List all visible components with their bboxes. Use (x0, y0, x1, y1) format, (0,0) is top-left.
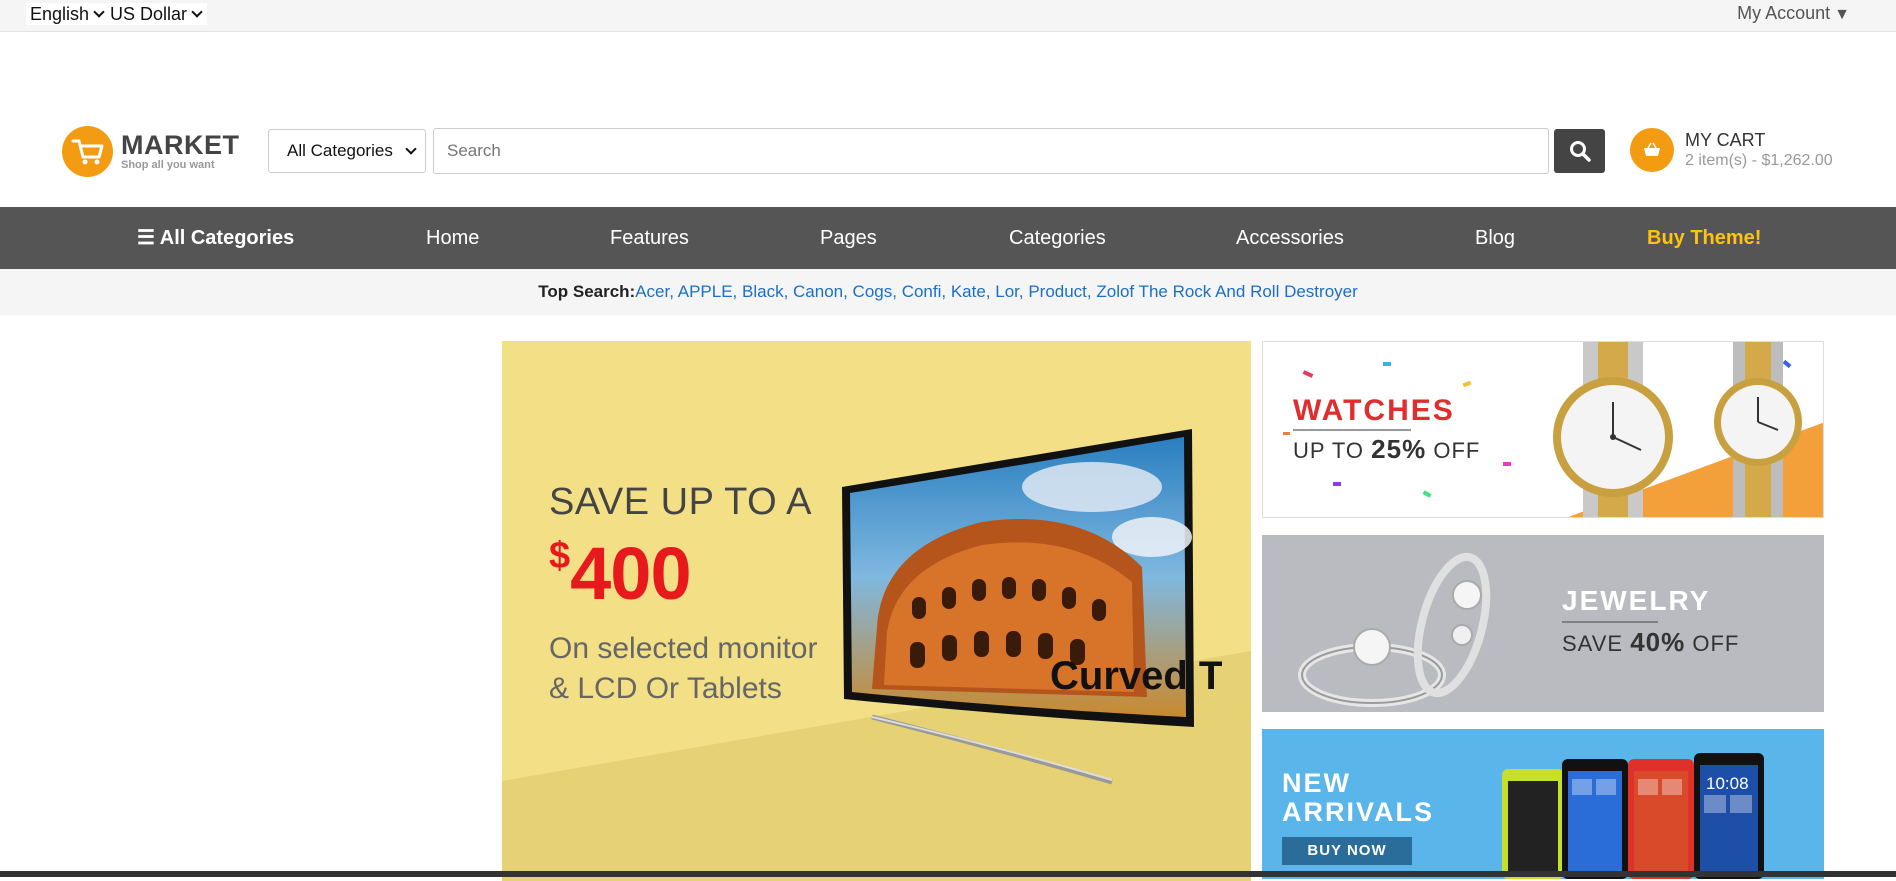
search-icon (1569, 141, 1591, 162)
top-search-label: Top Search: (538, 282, 636, 301)
watches-title: WATCHES (1293, 394, 1455, 427)
search-input[interactable] (433, 128, 1549, 174)
jewelry-title: JEWELRY (1562, 585, 1711, 616)
main-promo-banner[interactable]: SAVE UP TO A $400 On selected monitor & … (502, 341, 1251, 881)
watches-banner[interactable]: WATCHES UP TO 25% OFF (1262, 341, 1824, 518)
bottom-bar (0, 871, 1896, 877)
watches-sub-suffix: OFF (1433, 438, 1481, 463)
banner-price-amount: 400 (570, 532, 691, 615)
nav-item-categories[interactable]: Categories (1009, 207, 1106, 269)
shopping-cart-logo-icon (62, 126, 113, 177)
nav-item-blog[interactable]: Blog (1475, 207, 1515, 269)
my-account-menu[interactable]: My Account ▼ (1737, 3, 1850, 24)
jewelry-rings-image (1298, 552, 1658, 707)
jewelry-sub-suffix: OFF (1692, 631, 1740, 656)
my-account-label: My Account (1737, 3, 1831, 23)
jewelry-banner[interactable]: JEWELRY SAVE 40% OFF (1262, 535, 1824, 712)
banner-description: On selected monitor & LCD Or Tablets (549, 629, 817, 709)
new-arrivals-banner[interactable]: 10:08 NEW ARRIVALS BUY NOW (1262, 729, 1824, 879)
site-logo[interactable]: MARKET Shop all you want (62, 126, 240, 177)
watches-subtitle: UP TO 25% OFF (1293, 434, 1480, 465)
caret-down-icon: ▼ (1834, 6, 1850, 23)
basket-icon (1630, 128, 1674, 172)
watches-discount: 25% (1371, 434, 1427, 464)
banner-price-currency: $ (549, 535, 571, 577)
main-navigation: ☰ All Categories Home Features Pages Cat… (0, 207, 1896, 269)
banner-price: $400 (549, 531, 692, 616)
buy-now-button[interactable]: BUY NOW (1282, 837, 1412, 865)
buy-theme-link[interactable]: Buy Theme! (1647, 207, 1761, 269)
currency-label: US Dollar (110, 3, 188, 24)
new-arrivals-title: NEW ARRIVALS (1282, 769, 1434, 827)
cart-title: MY CART (1685, 130, 1766, 150)
phone-clock: 10:08 (1706, 774, 1749, 793)
all-categories-menu[interactable]: ☰ All Categories (137, 207, 294, 269)
chevron-down-icon (191, 6, 203, 18)
new-arrivals-line2: ARRIVALS (1282, 797, 1435, 827)
tv-label: Curved TV (1050, 654, 1222, 698)
chevron-down-icon (405, 143, 417, 155)
banner-description-line1: On selected monitor (549, 632, 818, 665)
watches-background (1283, 342, 1823, 517)
top-search-bar: Top Search:Acer, APPLE, Black, Canon, Co… (0, 269, 1896, 315)
watches-sub-prefix: UP TO (1293, 438, 1365, 463)
nav-item-pages[interactable]: Pages (820, 207, 877, 269)
cart-summary: 2 item(s) - $1,262.00 (1685, 152, 1833, 169)
nav-item-home[interactable]: Home (426, 207, 479, 269)
search-button[interactable] (1554, 129, 1605, 173)
curved-tv-image: Curved TV (842, 429, 1222, 785)
logo-title: MARKET (121, 129, 240, 160)
top-bar: English US Dollar My Account ▼ (0, 0, 1896, 32)
chevron-down-icon (93, 6, 105, 18)
currency-select[interactable]: US Dollar (106, 3, 208, 25)
category-select[interactable]: All Categories (268, 129, 426, 173)
category-select-value: All Categories (287, 141, 393, 160)
nav-item-features[interactable]: Features (610, 207, 689, 269)
banner-description-line2: & LCD Or Tablets (549, 672, 782, 705)
jewelry-sub-prefix: SAVE (1562, 631, 1624, 656)
language-select[interactable]: English (26, 3, 110, 25)
new-arrivals-line1: NEW (1282, 768, 1351, 798)
jewelry-subtitle: SAVE 40% OFF (1562, 627, 1739, 658)
top-search-links[interactable]: Acer, APPLE, Black, Canon, Cogs, Confi, … (635, 282, 1358, 301)
nav-item-accessories[interactable]: Accessories (1236, 207, 1344, 269)
logo-tagline: Shop all you want (121, 158, 215, 171)
site-header: MARKET Shop all you want All Categories … (0, 32, 1896, 207)
language-label: English (30, 3, 90, 24)
jewelry-discount: 40% (1630, 627, 1686, 657)
banner-headline: SAVE UP TO A (549, 481, 812, 523)
mini-cart[interactable]: MY CART 2 item(s) - $1,262.00 (1630, 128, 1833, 172)
